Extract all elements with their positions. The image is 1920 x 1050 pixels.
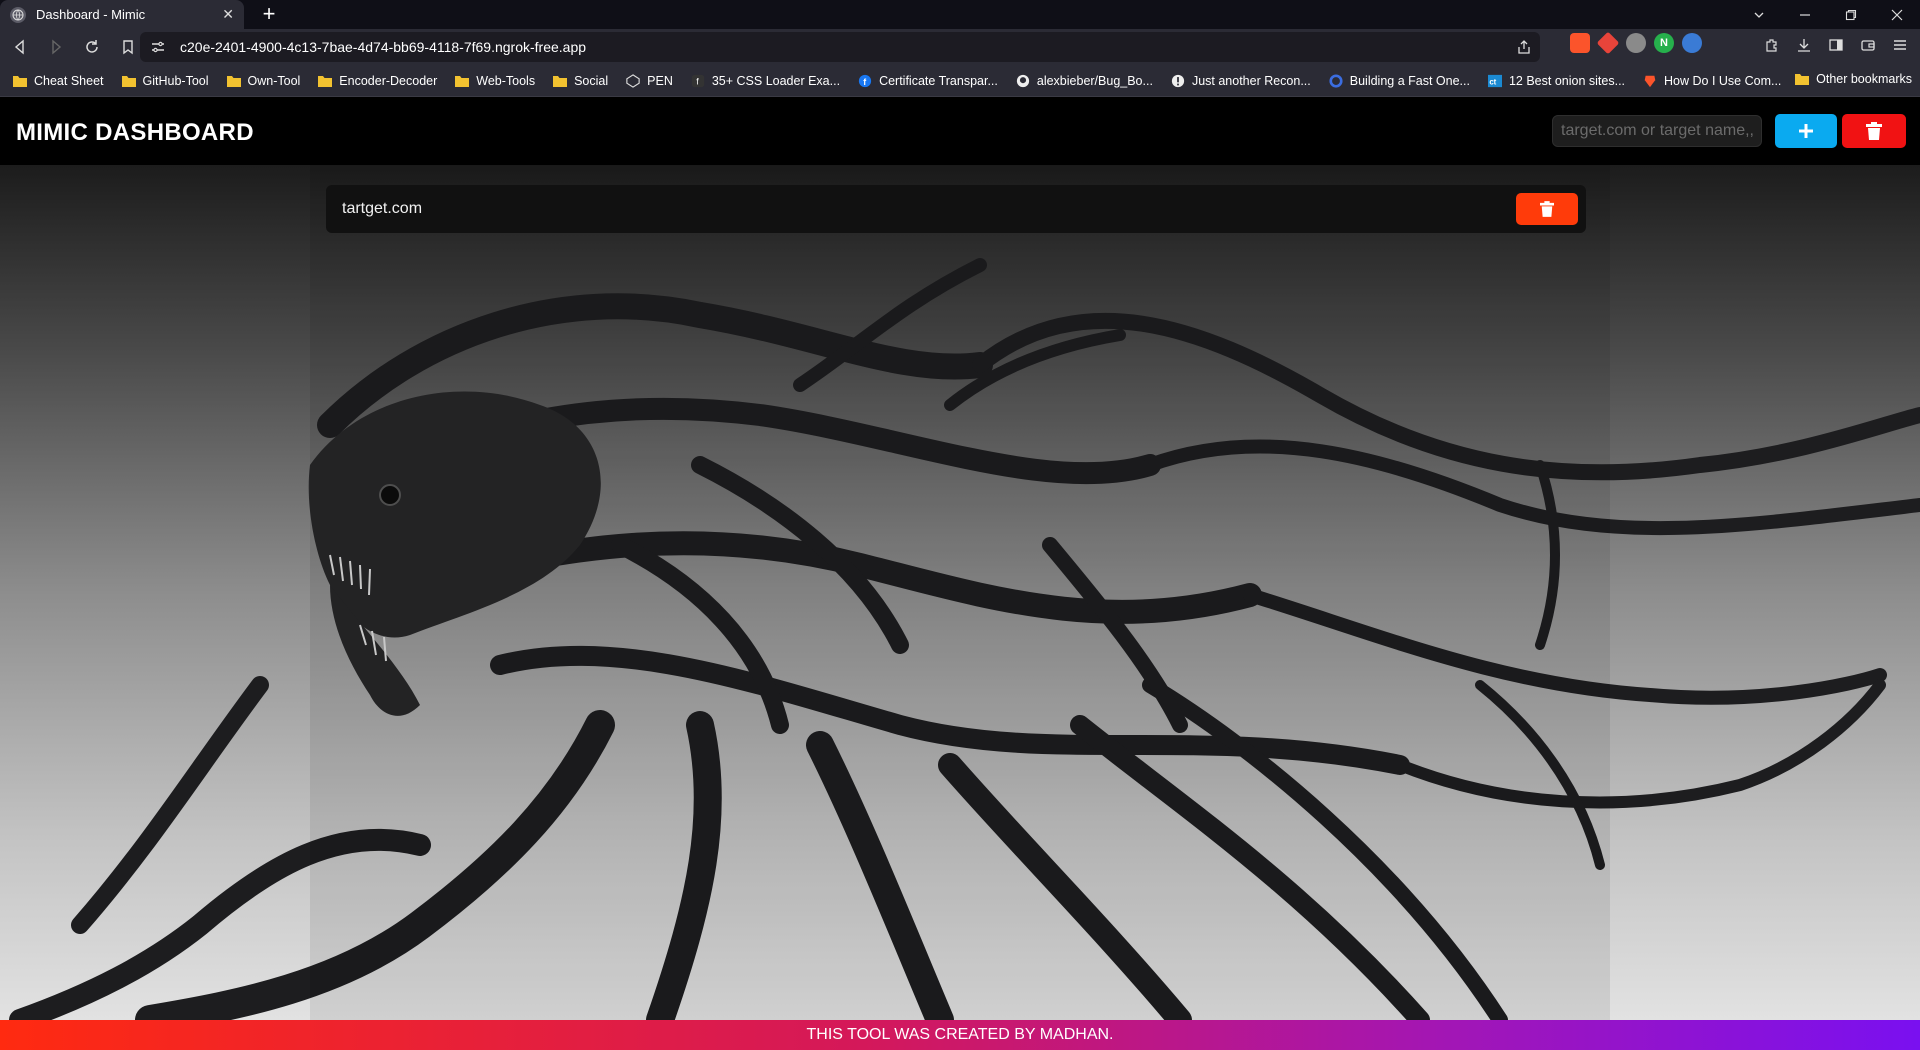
bookmark-label: 35+ CSS Loader Exa... bbox=[711, 73, 841, 88]
circle-ext-icon[interactable] bbox=[1626, 33, 1646, 53]
bookmark-label: Certificate Transpar... bbox=[879, 73, 998, 88]
folder-icon bbox=[226, 73, 242, 89]
page-content: MIMIC DASHBOARD tartget.com THIS TOOL WA… bbox=[0, 97, 1920, 1050]
site-settings-icon[interactable] bbox=[150, 39, 166, 55]
delete-target-button[interactable] bbox=[1516, 193, 1578, 225]
bookmark-item[interactable]: How Do I Use Com... bbox=[1642, 73, 1781, 89]
forward-icon[interactable] bbox=[40, 31, 72, 63]
close-window-icon[interactable] bbox=[1874, 0, 1920, 29]
restore-icon[interactable] bbox=[1828, 0, 1874, 29]
bookmark-item[interactable]: alexbieber/Bug_Bo... bbox=[1015, 73, 1153, 89]
close-tab-icon[interactable]: ✕ bbox=[222, 6, 234, 23]
target-card: tartget.com bbox=[326, 185, 1586, 233]
bookmark-label: Just another Recon... bbox=[1191, 73, 1311, 88]
bookmark-label: Cheat Sheet bbox=[34, 73, 104, 88]
bookmark-label: How Do I Use Com... bbox=[1664, 73, 1782, 88]
wallet-icon[interactable] bbox=[1858, 33, 1878, 57]
puzzle-icon[interactable] bbox=[1762, 33, 1782, 57]
svg-text:f: f bbox=[863, 76, 866, 86]
app-title: MIMIC DASHBOARD bbox=[16, 119, 254, 146]
f-icon: f bbox=[690, 73, 706, 89]
globe-icon bbox=[10, 6, 26, 23]
sidebar-icon[interactable] bbox=[1826, 33, 1846, 57]
bookmark-item[interactable]: f Certificate Transpar... bbox=[857, 73, 998, 89]
facebook-icon: f bbox=[857, 73, 873, 89]
bookmark-label: 12 Best onion sites... bbox=[1508, 73, 1626, 88]
reload-icon[interactable] bbox=[76, 31, 108, 63]
back-icon[interactable] bbox=[4, 31, 36, 63]
tab-title: Dashboard - Mimic bbox=[36, 7, 146, 22]
window-controls bbox=[1736, 0, 1920, 29]
plus-icon bbox=[1799, 124, 1813, 138]
folder-icon bbox=[317, 73, 333, 89]
bookmark-label: Encoder-Decoder bbox=[339, 73, 438, 88]
bookmark-label: Web-Tools bbox=[476, 73, 536, 88]
bookmark-item[interactable]: Cheat Sheet bbox=[12, 73, 104, 89]
github-icon bbox=[1015, 73, 1031, 89]
svg-text:ct: ct bbox=[1489, 77, 1496, 86]
ct-icon: ct bbox=[1487, 73, 1503, 89]
tab-search-icon[interactable] bbox=[1736, 0, 1782, 29]
bookmark-item[interactable]: f 35+ CSS Loader Exa... bbox=[690, 73, 840, 89]
brave-shield-icon[interactable] bbox=[1570, 33, 1590, 53]
minimize-icon[interactable] bbox=[1782, 0, 1828, 29]
extension-icons: N bbox=[1570, 31, 1702, 55]
tab-strip: Dashboard - Mimic ✕ + bbox=[0, 0, 1920, 29]
bookmarks-bar: Cheat Sheet GitHub-Tool Own-Tool Encoder-De… bbox=[0, 65, 1920, 97]
browser-toolbar: c20e-2401-4900-4c13-7bae-4d74-bb69-4118-… bbox=[0, 29, 1920, 65]
n-ext-icon[interactable]: N bbox=[1654, 33, 1674, 53]
tab-dashboard[interactable]: Dashboard - Mimic ✕ bbox=[0, 0, 244, 29]
bookmark-item[interactable]: GitHub-Tool bbox=[121, 73, 209, 89]
bookmark-item[interactable]: Social bbox=[552, 73, 608, 89]
bookmark-item[interactable]: Just another Recon... bbox=[1170, 73, 1311, 89]
toolbar-right-icons bbox=[1762, 33, 1910, 57]
folder-icon bbox=[454, 73, 470, 89]
add-target-button[interactable] bbox=[1775, 114, 1837, 148]
folder-icon bbox=[1795, 74, 1810, 85]
other-bookmarks[interactable]: Other bookmarks bbox=[1794, 72, 1912, 86]
menu-icon[interactable] bbox=[1890, 33, 1910, 57]
bookmark-label: Social bbox=[574, 73, 609, 88]
exclamation-icon bbox=[1170, 73, 1186, 89]
bookmark-item[interactable]: PEN bbox=[625, 73, 673, 89]
bookmark-label: Own-Tool bbox=[247, 73, 301, 88]
bookmark-label: GitHub-Tool bbox=[142, 73, 209, 88]
trash-icon bbox=[1866, 122, 1882, 140]
app-header: MIMIC DASHBOARD bbox=[0, 97, 1920, 165]
bookmark-item[interactable]: Own-Tool bbox=[226, 73, 301, 89]
bookmark-item[interactable]: Building a Fast One... bbox=[1328, 73, 1470, 89]
rewards-icon[interactable] bbox=[1596, 31, 1620, 55]
address-bar[interactable]: c20e-2401-4900-4c13-7bae-4d74-bb69-4118-… bbox=[140, 32, 1540, 62]
download-icon[interactable] bbox=[1794, 33, 1814, 57]
delete-all-button[interactable] bbox=[1842, 114, 1906, 148]
brave-icon bbox=[1642, 73, 1658, 89]
target-input[interactable] bbox=[1552, 115, 1762, 147]
folder-icon bbox=[121, 73, 137, 89]
bookmark-item[interactable]: ct 12 Best onion sites... bbox=[1487, 73, 1625, 89]
new-tab-button[interactable]: + bbox=[257, 3, 281, 27]
content-panel bbox=[310, 165, 1610, 1020]
url-text: c20e-2401-4900-4c13-7bae-4d74-bb69-4118-… bbox=[180, 39, 587, 55]
trash-icon bbox=[1540, 201, 1554, 217]
bookmark-item[interactable]: Encoder-Decoder bbox=[317, 73, 437, 89]
glasses-ext-icon[interactable] bbox=[1682, 33, 1702, 53]
bookmark-label: alexbieber/Bug_Bo... bbox=[1036, 73, 1153, 88]
folder-icon bbox=[12, 73, 28, 89]
footer-credit: THIS TOOL WAS CREATED BY MADHAN. bbox=[0, 1020, 1920, 1050]
other-bookmarks-label: Other bookmarks bbox=[1816, 72, 1912, 86]
folder-icon bbox=[552, 73, 568, 89]
share-icon[interactable] bbox=[1516, 39, 1532, 55]
bookmark-label: PEN bbox=[647, 73, 673, 88]
bookmark-item[interactable]: Web-Tools bbox=[454, 73, 535, 89]
codepen-icon bbox=[625, 73, 641, 89]
target-name[interactable]: tartget.com bbox=[342, 200, 422, 218]
swirl-icon bbox=[1328, 73, 1344, 89]
bookmark-label: Building a Fast One... bbox=[1349, 73, 1470, 88]
